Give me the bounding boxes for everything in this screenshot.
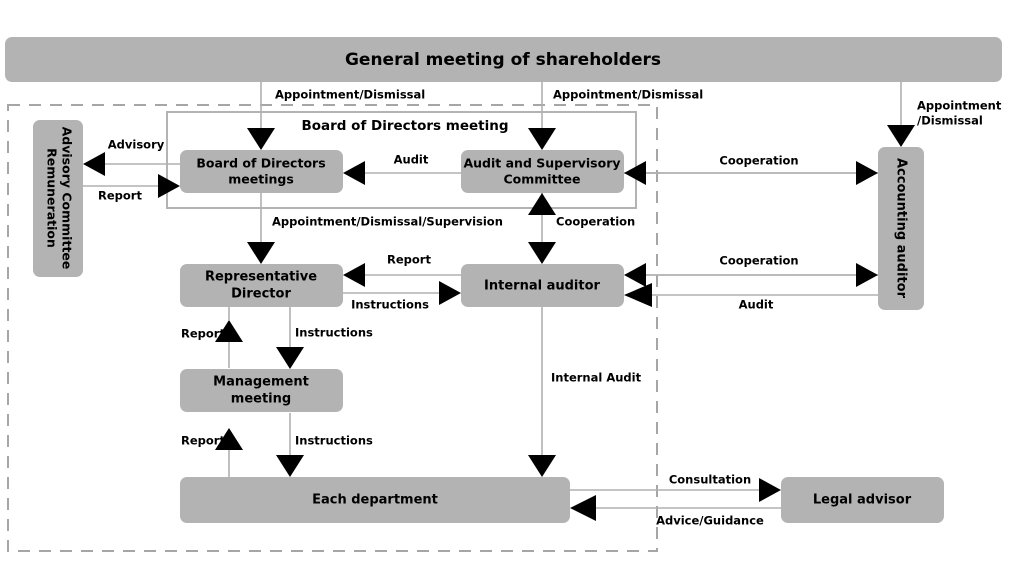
node-representative-director-label-line2: Director xyxy=(231,287,291,302)
arrowhead-right-instructions-internal xyxy=(439,281,461,305)
arrowhead-down-board xyxy=(247,128,275,150)
edge-label-appointment-dismissal-audit: Appointment/Dismissal xyxy=(553,88,703,102)
edge-label-instructions-representative-to-internal: Instructions xyxy=(351,298,429,312)
edge-label-consultation: Consultation xyxy=(669,473,751,487)
edge-label-instructions-management-to-department: Instructions xyxy=(295,434,373,448)
node-each-department-label: Each department xyxy=(312,493,438,508)
edge-label-internal-audit: Internal Audit xyxy=(551,371,642,385)
edge-label-advisory: Advisory xyxy=(108,138,165,152)
node-general-meeting-label: General meeting of shareholders xyxy=(345,50,661,70)
node-audit-and-supervisory-committee-label-line1: Audit and Supervisory xyxy=(463,156,620,171)
arrowhead-right-consultation xyxy=(759,478,781,502)
node-accounting-auditor-label: Accounting auditor xyxy=(894,158,909,299)
arrowhead-down-internal-audit xyxy=(528,455,556,477)
arrowhead-down-instructions-management xyxy=(276,347,304,369)
arrowhead-down-asc xyxy=(528,128,556,150)
arrowhead-down-accounting-auditor xyxy=(887,125,915,147)
node-remuneration-advisory-committee-label-line1: Remuneration xyxy=(45,148,60,248)
arrowhead-down-cooperation-internal xyxy=(528,242,556,264)
node-remuneration-advisory-committee-label-line2: Advisory Committee xyxy=(60,127,75,270)
node-internal-auditor-label: Internal auditor xyxy=(484,279,600,294)
node-representative-director-label-line1: Representative xyxy=(205,270,317,285)
arrowhead-left-audit xyxy=(343,161,365,185)
node-board-of-directors-meetings-label-line2: meetings xyxy=(228,172,294,187)
arrowhead-up-cooperation-asc xyxy=(528,193,556,215)
board-of-directors-meeting-frame-title: Board of Directors meeting xyxy=(301,118,508,134)
arrowhead-left-cooperation-internal xyxy=(624,263,646,287)
arrowhead-left-report-internal xyxy=(343,263,365,287)
arrowhead-left-audit-internal xyxy=(624,283,652,307)
edge-label-cooperation-internal-accounting: Cooperation xyxy=(719,254,798,268)
node-audit-and-supervisory-committee-label-line2: Committee xyxy=(503,172,580,187)
edge-label-appointment-dismissal-board: Appointment/Dismissal xyxy=(275,88,425,102)
edge-label-appointment-dismissal-accounting-line1: Appointment xyxy=(917,99,1002,113)
edge-label-report-remuneration: Report xyxy=(98,189,142,203)
edge-label-report-department-to-management: Report xyxy=(181,434,225,448)
edge-label-report-internal-to-representative: Report xyxy=(387,253,431,267)
arrowhead-right-report-remuneration xyxy=(158,174,180,198)
node-legal-advisor-label: Legal advisor xyxy=(813,493,912,508)
arrowhead-left-advice-guidance xyxy=(570,495,596,521)
edge-label-appointment-dismissal-accounting-line2: /Dismissal xyxy=(917,114,983,128)
arrowhead-down-representative-director xyxy=(247,242,275,264)
node-management-meeting-label-line1: Management xyxy=(213,375,309,390)
arrowhead-down-instructions-department xyxy=(276,455,304,477)
node-management-meeting-label-line2: meeting xyxy=(231,392,291,407)
diagram-canvas: Board of Directors meeting General meeti… xyxy=(5,37,1002,552)
governance-diagram: Board of Directors meeting General meeti… xyxy=(0,0,1020,575)
arrowhead-left-advisory xyxy=(83,152,105,176)
edge-label-cooperation-asc-internal: Cooperation xyxy=(556,215,635,229)
arrowhead-right-cooperation-accounting xyxy=(856,263,878,287)
edge-label-audit-board: Audit xyxy=(394,153,429,167)
edge-label-instructions-representative-to-management: Instructions xyxy=(295,326,373,340)
edge-label-appointment-dismissal-supervision: Appointment/Dismissal/Supervision xyxy=(272,215,503,229)
edge-label-advice-guidance: Advice/Guidance xyxy=(656,514,764,528)
edge-label-cooperation-asc-accounting: Cooperation xyxy=(719,154,798,168)
edge-label-audit-accounting-to-internal: Audit xyxy=(739,298,774,312)
node-board-of-directors-meetings-label-line1: Board of Directors xyxy=(196,156,325,171)
arrowhead-right-cooperation-asc xyxy=(856,161,878,185)
edge-label-report-management-to-representative: Report xyxy=(181,327,225,341)
